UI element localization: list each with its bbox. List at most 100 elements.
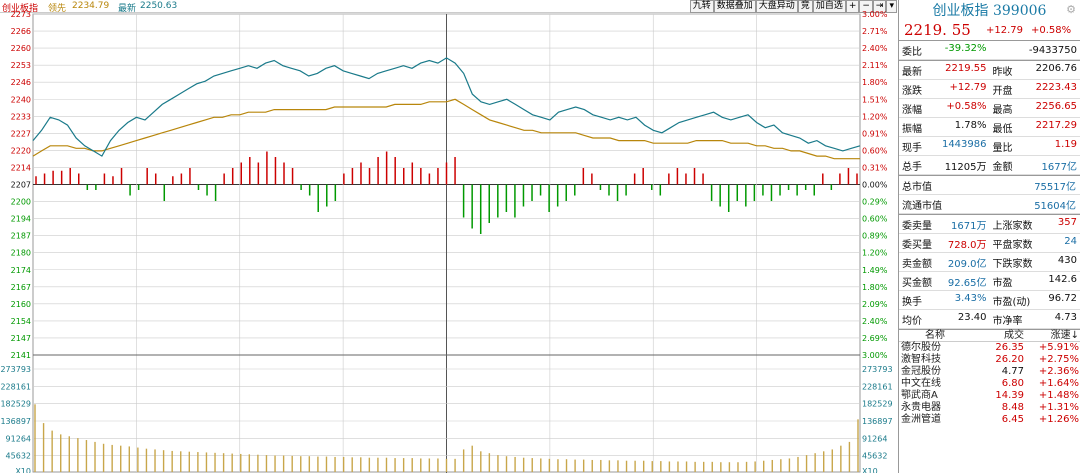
stock-list-item[interactable]: 鄂武商A 14.39 +1.48%: [899, 390, 1080, 402]
stat-label: 卖金额: [902, 258, 932, 270]
stock-list-header: 名称 成交 涨速↓: [899, 330, 1080, 342]
stat-value: 728.0万: [947, 239, 987, 251]
stat-row: 换手 3.43% 市盈(动) 96.72: [899, 291, 1080, 310]
percent-tick-label: 2.40%: [862, 317, 888, 326]
stock-list-item[interactable]: 金冠股份 4.77 +2.36%: [899, 366, 1080, 378]
stat-label: 换手: [902, 296, 922, 308]
col-speed[interactable]: 涨速↓: [1024, 330, 1079, 341]
percent-tick-label: 3.00%: [862, 351, 888, 360]
stat-row: 均价 23.40 市净率 4.73: [899, 310, 1080, 329]
stat-label: 涨跌: [902, 85, 922, 97]
stock-price: 8.48: [1001, 402, 1024, 413]
percent-tick-label: 0.60%: [862, 146, 888, 155]
stock-speed: +5.91%: [1038, 342, 1079, 353]
stat-row: 总市值 75517亿: [899, 176, 1080, 195]
volume-tick-label: 45632: [6, 452, 31, 461]
price-tick-label: 2253: [11, 61, 31, 70]
order-ratio-section: 委比 -39.32% -9433750: [899, 41, 1080, 61]
stat-value: 1677亿: [1041, 161, 1077, 173]
stat-label: 金额: [992, 161, 1013, 173]
panel-title-text: 创业板指 399006: [932, 3, 1047, 19]
stat-row: 买金额 92.65亿 市盈 142.6: [899, 272, 1080, 291]
percent-tick-label: 1.20%: [862, 249, 888, 258]
percent-tick-label: 0.60%: [862, 215, 888, 224]
stat-value: 1671万: [951, 220, 987, 232]
price-tick-label: 2220: [11, 146, 31, 155]
percent-tick-label: 2.40%: [862, 44, 888, 53]
stat-label: 平盘家数: [992, 239, 1033, 251]
percent-tick-label: 0.29%: [862, 198, 888, 207]
stat-row: 振幅 1.78% 最低 2217.29: [899, 118, 1080, 137]
stock-speed: +2.36%: [1038, 366, 1079, 377]
stock-price: 6.80: [1001, 378, 1024, 389]
stat-row: 委卖量 1671万 上涨家数 357: [899, 215, 1080, 234]
volume-tick-label: 228161: [0, 382, 31, 391]
intraday-chart[interactable]: 创业板指 领先 2234.79 最新 2250.63 九转 数据叠加 大盘异动 …: [0, 0, 897, 473]
stock-speed: +2.75%: [1038, 354, 1079, 365]
stat-row: 涨跌 +12.79 开盘 2223.43: [899, 80, 1080, 99]
stock-list: 德尔股份 26.35 +5.91% 激智科技 26.20 +2.75% 金冠股份 4.77 +2…: [899, 342, 1080, 426]
stock-list-item[interactable]: 金洲管道 6.45 +1.26%: [899, 414, 1080, 426]
price-tick-label: 2167: [11, 283, 31, 292]
stat-value: 75517亿: [1034, 181, 1076, 193]
price-tick-label: 2214: [11, 163, 31, 172]
stat-value: 2223.43: [1035, 81, 1077, 93]
stock-list-item[interactable]: 永贵电器 8.48 +1.31%: [899, 402, 1080, 414]
price-tick-label: 2187: [11, 232, 31, 241]
stat-value: +0.58%: [946, 100, 987, 112]
price-quote: 2219. 55 +12.79 +0.58%: [899, 20, 1080, 41]
stat-value: 2219.55: [945, 62, 987, 74]
gear-icon[interactable]: ⚙: [1066, 3, 1076, 16]
stat-label: 量比: [992, 142, 1013, 154]
stat-label: 总手: [902, 161, 922, 173]
percent-tick-label: 3.00%: [862, 10, 888, 19]
stat-label: 流通市值: [902, 200, 942, 212]
price-tick-label: 2200: [11, 198, 31, 207]
quote-stats-section: 最新 2219.55 昨收 2206.76 涨跌 +12.79 开盘 2223.43 涨幅 +0.…: [899, 61, 1080, 176]
col-name[interactable]: 名称: [899, 330, 969, 341]
stat-label: 委买量: [902, 239, 932, 251]
percent-tick-label: 2.11%: [862, 61, 888, 70]
grid-lines: [32, 13, 861, 473]
price-tick-label: 2147: [11, 334, 31, 343]
price-tick-label: 2194: [11, 215, 31, 224]
stock-name: 鄂武商A: [901, 390, 938, 401]
stock-list-item[interactable]: 中文在线 6.80 +1.64%: [899, 378, 1080, 390]
stat-value: -9433750: [1028, 44, 1077, 56]
stat-value: 2217.29: [1035, 119, 1077, 131]
volume-tick-label: 182529: [862, 400, 893, 409]
stock-price: 26.35: [995, 342, 1024, 353]
stat-label: 最新: [902, 66, 922, 78]
stock-name: 金冠股份: [901, 366, 941, 377]
price-change: +12.79: [986, 24, 1024, 36]
percent-tick-label: 2.09%: [862, 300, 888, 309]
percent-tick-label: 1.49%: [862, 266, 888, 275]
stat-value: 430: [1057, 254, 1077, 266]
stat-label: 最低: [992, 123, 1013, 135]
volume-tick-label: 136897: [0, 417, 31, 426]
stat-value: 2256.65: [1035, 100, 1077, 112]
col-trade[interactable]: 成交: [969, 330, 1024, 341]
stock-list-item[interactable]: 德尔股份 26.35 +5.91%: [899, 342, 1080, 354]
stat-row: 涨幅 +0.58% 最高 2256.65: [899, 99, 1080, 118]
stat-label: 市盈(动): [992, 296, 1031, 308]
stat-row: 卖金额 209.0亿 下跌家数 430: [899, 253, 1080, 272]
price-tick-label: 2273: [11, 10, 31, 19]
volume-tick-label: X10: [15, 467, 31, 473]
volume-tick-label: 182529: [0, 400, 31, 409]
stock-list-item[interactable]: 激智科技 26.20 +2.75%: [899, 354, 1080, 366]
stat-value: 3.43%: [954, 292, 987, 304]
volume-tick-label: X10: [862, 467, 878, 473]
stat-value: 23.40: [957, 311, 987, 323]
stat-label: 委卖量: [902, 220, 932, 232]
price-tick-label: 2160: [11, 300, 31, 309]
stat-label: 总市值: [902, 181, 932, 193]
stock-price: 4.77: [1001, 366, 1024, 377]
price-tick-label: 2207: [11, 181, 31, 190]
stat-label: 下跌家数: [992, 258, 1033, 270]
stat-row: 现手 1443986 量比 1.19: [899, 137, 1080, 156]
price-tick-label: 2227: [11, 129, 31, 138]
price-axis-ticks: 2273 2266 2260 2253 2246 2240 2233 2227 2220 2214…: [11, 10, 31, 360]
price-change-pct: +0.58%: [1031, 24, 1072, 36]
stock-speed: +1.48%: [1038, 390, 1079, 401]
